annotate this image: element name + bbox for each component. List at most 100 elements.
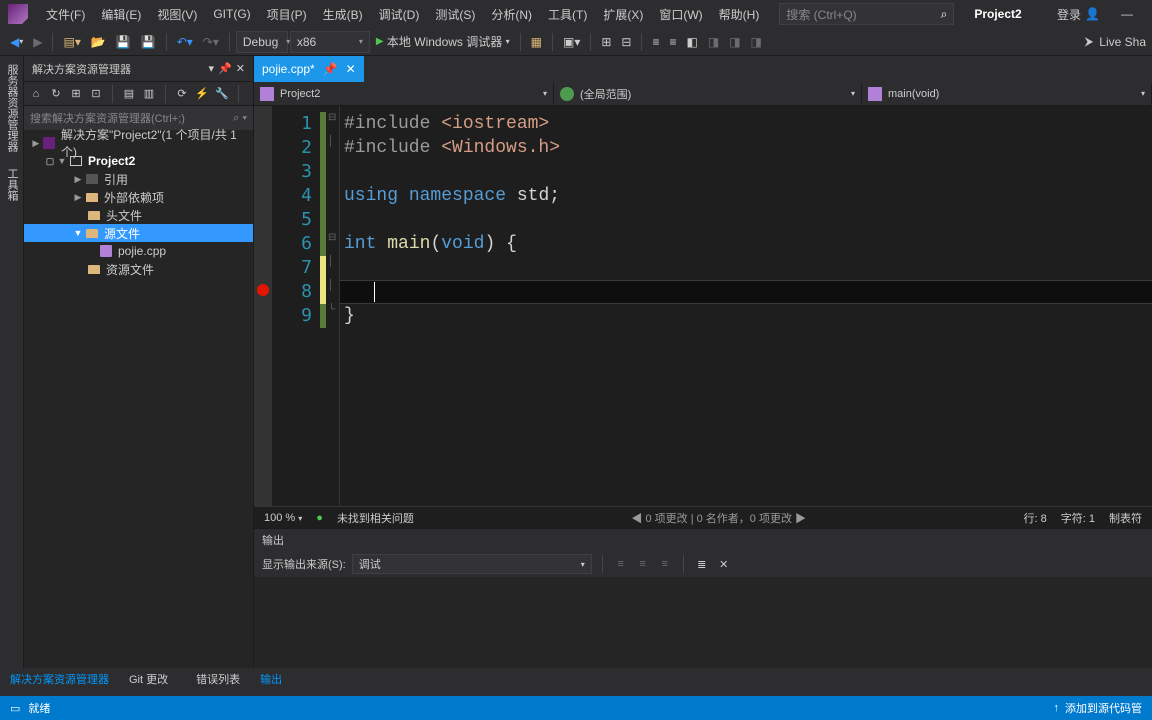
solution-toolbar: ⌂ ↻ ⊞ ⊡ ▤ ▥ ⟳ ⚡ 🔧	[24, 82, 253, 106]
menu-extensions[interactable]: 扩展(X)	[595, 2, 651, 27]
nav-bar: Project2▾ (全局范围)▾ main(void)▾	[254, 82, 1152, 106]
menu-test[interactable]: 测试(S)	[427, 2, 483, 27]
menu-file[interactable]: 文件(F)	[38, 2, 93, 27]
tree-references[interactable]: ▶引用	[24, 170, 253, 188]
menu-build[interactable]: 生成(B)	[315, 2, 371, 27]
vs-logo-icon	[8, 4, 28, 24]
output-panel: 输出 显示输出来源(S): 调试▾ ≡ ≡ ≡ ≣ ✕	[254, 528, 1152, 668]
zoom-dropdown[interactable]: 100 % ▾	[264, 512, 302, 524]
panel-menu-icon[interactable]: ▾	[209, 62, 215, 75]
back-button[interactable]: ◀▾	[6, 31, 27, 53]
solution-explorer-header: 解决方案资源管理器 ▾📌 ✕	[24, 56, 253, 82]
status-ready: 就绪	[28, 700, 50, 716]
menu-help[interactable]: 帮助(H)	[711, 2, 768, 27]
forward-button[interactable]: ▶	[29, 31, 46, 53]
save-all-button[interactable]: 💾	[137, 31, 160, 53]
global-search-input[interactable]: 搜索 (Ctrl+Q) ⌕	[779, 3, 954, 25]
pin-icon[interactable]: 📌	[218, 62, 232, 75]
menu-window[interactable]: 窗口(W)	[651, 2, 710, 27]
tool-icon-3[interactable]: ⊞	[597, 31, 615, 53]
solution-explorer-panel: 解决方案资源管理器 ▾📌✕ ⌂ ↻ ⊞ ⊡ ▤ ▥ ⟳ ⚡ 🔧 搜索解决方案资源…	[24, 56, 254, 668]
tb-icon[interactable]: ⚡	[194, 86, 210, 102]
tb-icon[interactable]: ⊡	[88, 86, 104, 102]
tool-icon-9[interactable]: ◨	[747, 31, 766, 53]
tree-header-files[interactable]: 头文件	[24, 206, 253, 224]
output-text[interactable]	[254, 577, 1152, 668]
live-share-button[interactable]: ⮞Live Sha	[1085, 34, 1146, 49]
panel-title: 解决方案资源管理器	[32, 61, 131, 77]
menu-tools[interactable]: 工具(T)	[540, 2, 595, 27]
indent-mode: 制表符	[1109, 510, 1142, 526]
out-wrap-icon[interactable]: ≣	[694, 556, 710, 572]
tool-icon-7[interactable]: ◨	[704, 31, 723, 53]
breakpoint-gutter[interactable]	[254, 106, 272, 506]
tree-resource-files[interactable]: 资源文件	[24, 260, 253, 278]
platform-dropdown[interactable]: x86▾	[290, 31, 370, 53]
nav-project-dropdown[interactable]: Project2▾	[254, 83, 554, 105]
tool-icon-1[interactable]: ▦	[527, 31, 546, 53]
file-tab-pojie[interactable]: pojie.cpp* 📌 ✕	[254, 56, 364, 82]
solution-root[interactable]: ▶解决方案"Project2"(1 个项目/共 1 个)	[24, 134, 253, 152]
code-editor[interactable]: 123456789 ⊟│⊟││└ #include <iostream> #in…	[254, 106, 1152, 506]
toolbox-tab[interactable]: 工具箱	[0, 160, 24, 209]
tool-icon-5[interactable]: ≡	[648, 31, 663, 53]
out-icon[interactable]: ≡	[657, 556, 673, 572]
wrench-icon[interactable]: 🔧	[214, 86, 230, 102]
tab-git-changes[interactable]: Git 更改	[119, 668, 178, 690]
home-icon[interactable]: ⌂	[28, 86, 44, 102]
output-source-dropdown[interactable]: 调试▾	[352, 554, 592, 574]
menu-edit[interactable]: 编辑(E)	[93, 2, 149, 27]
tree-source-files[interactable]: ▼源文件	[24, 224, 253, 242]
out-icon[interactable]: ≡	[613, 556, 629, 572]
out-clear-icon[interactable]: ✕	[716, 556, 732, 572]
minimize-button[interactable]: —	[1112, 7, 1142, 21]
nav-function-dropdown[interactable]: main(void)▾	[862, 83, 1152, 105]
tool-icon-2[interactable]: ▣▾	[559, 31, 584, 53]
tab-solution-explorer[interactable]: 解决方案资源管理器	[0, 668, 119, 690]
menu-project[interactable]: 项目(P)	[259, 2, 315, 27]
close-icon[interactable]: ✕	[236, 62, 245, 75]
open-button[interactable]: 📂	[87, 31, 110, 53]
tree-file-pojie[interactable]: pojie.cpp	[24, 242, 253, 260]
menu-git[interactable]: GIT(G)	[205, 3, 258, 25]
server-explorer-tab[interactable]: 服务器资源管理器	[0, 56, 24, 160]
tb-icon[interactable]: ▥	[141, 86, 157, 102]
save-button[interactable]: 💾	[112, 31, 135, 53]
search-placeholder: 搜索 (Ctrl+Q)	[786, 6, 856, 23]
bookmark-icon[interactable]: ◧	[683, 31, 702, 53]
out-icon[interactable]: ≡	[635, 556, 651, 572]
pin-icon[interactable]: 📌	[323, 62, 338, 76]
cursor-char: 字符: 1	[1061, 510, 1095, 526]
add-to-source-control[interactable]: ↑ 添加到源代码管	[1054, 700, 1143, 716]
changes-text: ◀ 0 项更改 | 0 名作者，0 项更改 ▶	[631, 510, 806, 526]
tool-icon-8[interactable]: ◨	[725, 31, 744, 53]
menu-debug[interactable]: 调试(D)	[371, 2, 428, 27]
close-tab-icon[interactable]: ✕	[346, 62, 356, 76]
outline-gutter[interactable]: ⊟│⊟││└	[326, 106, 340, 506]
undo-button[interactable]: ↶▾	[173, 31, 197, 53]
nav-scope-dropdown[interactable]: (全局范围)▾	[554, 83, 862, 105]
main-toolbar: ◀▾ ▶ ▤▾ 📂 💾 💾 ↶▾ ↷▾ Debug▾ x86▾ ▶ 本地 Win…	[0, 28, 1152, 56]
new-button[interactable]: ▤▾	[59, 31, 84, 53]
tb-icon[interactable]: ⊞	[68, 86, 84, 102]
login-button[interactable]: 登录👤	[1057, 6, 1100, 23]
editor-area: pojie.cpp* 📌 ✕ Project2▾ (全局范围)▾ main(vo…	[254, 56, 1152, 668]
tab-error-list[interactable]: 错误列表	[186, 668, 250, 690]
redo-button[interactable]: ↷▾	[199, 31, 223, 53]
tool-icon-6[interactable]: ≡	[666, 31, 681, 53]
menu-view[interactable]: 视图(V)	[149, 2, 205, 27]
config-dropdown[interactable]: Debug▾	[236, 31, 288, 53]
search-icon: ⌕ ▾	[233, 112, 247, 125]
tab-output[interactable]: 输出	[250, 668, 292, 690]
tb-icon[interactable]: ↻	[48, 86, 64, 102]
breakpoint-icon[interactable]	[257, 284, 269, 296]
tool-icon-4[interactable]: ⊟	[617, 31, 635, 53]
tree-external-deps[interactable]: ▶外部依赖项	[24, 188, 253, 206]
up-arrow-icon: ↑	[1054, 702, 1060, 714]
tb-icon[interactable]: ⟳	[174, 86, 190, 102]
start-debug-button[interactable]: ▶ 本地 Windows 调试器 ▾	[372, 31, 514, 53]
tb-icon[interactable]: ▤	[121, 86, 137, 102]
menu-bar: 文件(F) 编辑(E) 视图(V) GIT(G) 项目(P) 生成(B) 调试(…	[0, 0, 1152, 28]
menu-analyze[interactable]: 分析(N)	[483, 2, 540, 27]
code-text[interactable]: #include <iostream> #include <Windows.h>…	[340, 106, 1152, 506]
